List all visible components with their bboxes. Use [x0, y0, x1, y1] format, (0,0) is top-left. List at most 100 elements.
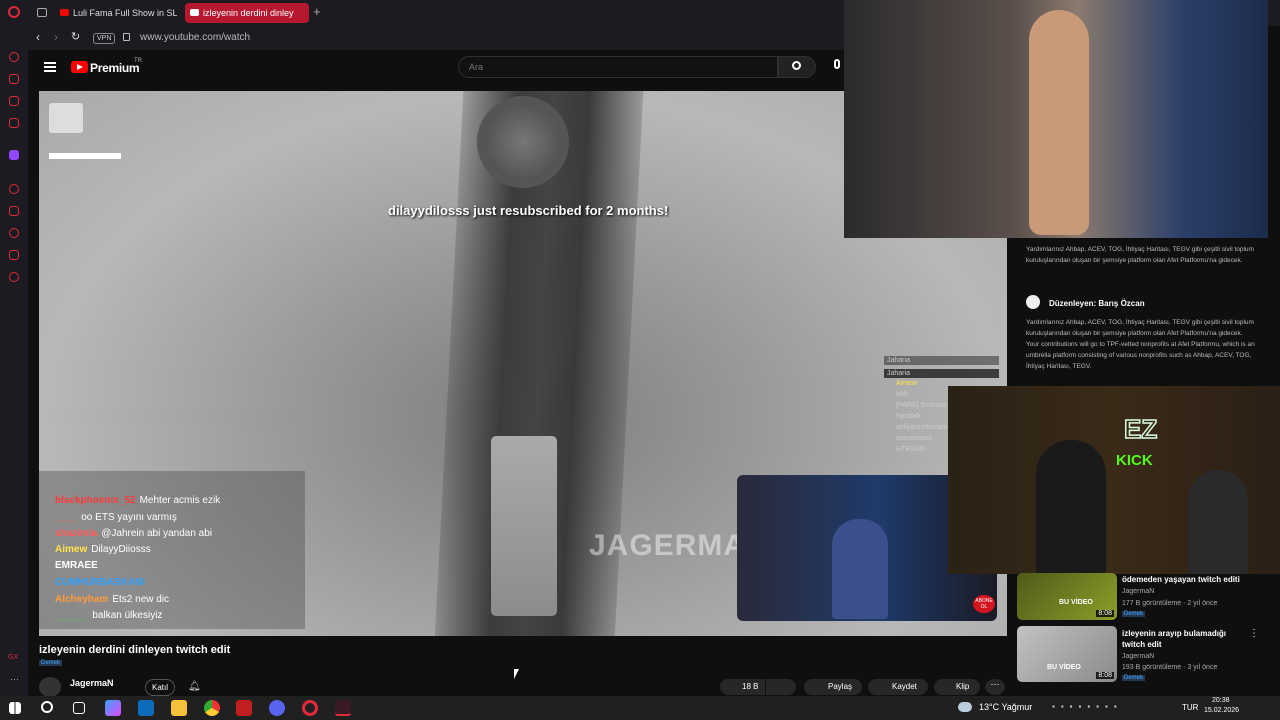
hamburger-menu-icon[interactable] [44, 62, 56, 72]
instagram-icon[interactable] [9, 118, 19, 128]
channel-name[interactable]: JagermaN [1122, 653, 1154, 660]
reload-icon[interactable]: ↻ [71, 30, 80, 43]
chat-line: CUMHURBASKANI [55, 577, 145, 588]
thumbnail-text: BU VİDEO [1047, 664, 1081, 671]
youtube-logo-icon[interactable] [71, 61, 88, 73]
chat-line: shazimia @Jahrein abi yandan abi [55, 528, 213, 539]
duration-badge: 8:08 [1096, 672, 1114, 679]
url-field[interactable]: www.youtube.com/watch [140, 32, 250, 43]
streamer-figure [1036, 440, 1106, 574]
more-icon[interactable]: ··· [10, 674, 19, 684]
back-icon[interactable]: ‹ [36, 30, 40, 44]
task-view-icon[interactable] [73, 702, 85, 714]
chat-line: ____ oo ETS yayını varmış [55, 512, 177, 523]
address-bar: ‹ › ↻ VPN www.youtube.com/watch [28, 26, 844, 50]
video-thumbnail: BU VİDEO 8:08 [1017, 573, 1117, 620]
outlook-icon[interactable] [138, 700, 154, 716]
clip-label: Klip [956, 682, 970, 691]
weather-icon[interactable] [958, 702, 972, 712]
clock-time[interactable]: 20:38 [1212, 697, 1230, 704]
like-count: 18 B [742, 682, 759, 691]
search-icon[interactable] [41, 701, 53, 713]
windows-taskbar: 13°C Yağmur ▪▪▪▪▪▪▪▪ TUR 20:38 15.02.202… [0, 696, 1280, 720]
video-truck [491, 436, 557, 616]
lock-icon [123, 33, 130, 41]
save-button[interactable]: Kaydet [868, 679, 928, 695]
extensions-icon[interactable] [9, 250, 19, 260]
history-icon[interactable] [9, 184, 19, 194]
tray-icons[interactable]: ▪▪▪▪▪▪▪▪ [1052, 702, 1172, 714]
youtube-favicon-icon [190, 9, 199, 16]
twitch-icon[interactable] [9, 150, 19, 160]
opera-gx-icon[interactable] [335, 700, 351, 716]
more-actions-button[interactable]: ⋯ [985, 679, 1005, 695]
channel-avatar[interactable] [39, 677, 61, 697]
clip-button[interactable]: Klip [934, 679, 980, 695]
gx-icon[interactable]: GX [8, 654, 18, 661]
search-button[interactable] [778, 56, 816, 78]
resub-axe-icon [477, 96, 569, 188]
recommended-item[interactable]: BU VİDEO 8:08 izleyenin arayıp bulamadığ… [1017, 626, 1272, 684]
search-input[interactable] [458, 56, 778, 78]
video-thumbnail: BU VİDEO 8:08 [1017, 626, 1117, 682]
video-title[interactable]: ödemeden yaşayan twitch editi [1122, 575, 1262, 585]
clock-date[interactable]: 15.02.2026 [1204, 707, 1239, 714]
save-label: Kaydet [892, 682, 917, 691]
dislike-button[interactable] [766, 679, 796, 695]
vpn-badge[interactable]: VPN [93, 33, 116, 44]
chat-line: blackphoenix_52 Mehter acmis ezik [55, 495, 221, 506]
speed-dial-icon[interactable] [9, 52, 19, 62]
thumbnail-text: BU VİDEO [1059, 599, 1093, 606]
new-tab-button[interactable]: + [313, 4, 321, 19]
guest-figure [1188, 470, 1248, 574]
copilot-icon[interactable] [105, 700, 121, 716]
description-text-2: Yardımlarınız Ahbap, ACEV, TOG, İhtiyaç … [1026, 319, 1255, 370]
share-button[interactable]: Paylaş [804, 679, 862, 695]
channel-name[interactable]: JagermaN [70, 678, 114, 688]
video-meta: 193 B görüntüleme · 3 yıl önce [1122, 664, 1218, 671]
workspaces-icon[interactable] [37, 8, 47, 17]
youtube-premium-label: Premium [90, 61, 140, 75]
tab-luli-fama[interactable]: Luli Fama Full Show in SLC [55, 3, 177, 23]
pip-video[interactable] [844, 0, 1268, 238]
youtube-favicon-icon [60, 9, 69, 16]
youtube-header: Premium TR [28, 50, 844, 90]
clock-icon[interactable] [9, 228, 19, 238]
chrome-icon[interactable] [204, 700, 220, 716]
tab-label: izleyenin derdini dinley [203, 8, 294, 18]
search-icon [792, 61, 801, 70]
messenger-icon[interactable] [9, 96, 19, 106]
like-button[interactable]: 18 B [720, 679, 765, 695]
chat-line: Alcheyham Ets2 new dic [55, 594, 170, 605]
kick-label: KICK [1116, 452, 1153, 469]
discord-icon[interactable] [269, 700, 285, 716]
channel-name[interactable]: JagermaN [1122, 588, 1154, 595]
description-text-1: Yardımlarınız Ahbap, ACEV, TOG, İhtiyaç … [1026, 246, 1254, 264]
video-meta: 177 B görüntüleme · 2 yıl önce [1122, 600, 1218, 607]
bell-icon[interactable]: 🔔︎ [188, 681, 201, 692]
join-button[interactable]: Katıl [145, 679, 176, 696]
tab-izleyenin[interactable]: izleyenin derdini dinley [185, 3, 309, 23]
more-options-icon[interactable]: ⋮ [1249, 628, 1259, 639]
language-label[interactable]: TUR [1182, 703, 1198, 712]
aria-icon[interactable] [9, 74, 19, 84]
settings-icon[interactable] [9, 272, 19, 282]
viewer-list-title: Jaharia [884, 356, 999, 365]
recommended-item[interactable]: BU VİDEO 8:08 ödemeden yaşayan twitch ed… [1017, 573, 1272, 621]
opera-icon[interactable] [302, 700, 318, 716]
mic-icon[interactable] [834, 59, 840, 69]
media-app-icon[interactable] [236, 700, 252, 716]
share-label: Paylaş [828, 682, 853, 691]
weather-label[interactable]: 13°C Yağmur [979, 702, 1032, 712]
progress-indicator [49, 153, 121, 159]
opera-logo-icon[interactable] [8, 6, 20, 18]
editor-label: Düzenleyen: Barış Özcan [1049, 299, 1145, 308]
windows-start-icon[interactable] [9, 702, 21, 714]
forward-icon[interactable]: › [54, 30, 58, 44]
viewer-list-header: Jaharia [884, 369, 999, 378]
bookmarks-icon[interactable] [9, 206, 19, 216]
chat-overlay: blackphoenix_52 Mehter acmis ezik ____ oo … [39, 471, 305, 629]
video-title[interactable]: izleyenin arayıp bulamadığı twitch edit [1122, 628, 1240, 650]
tab-label: Luli Fama Full Show in SLC [73, 8, 177, 18]
file-explorer-icon[interactable] [171, 700, 187, 716]
